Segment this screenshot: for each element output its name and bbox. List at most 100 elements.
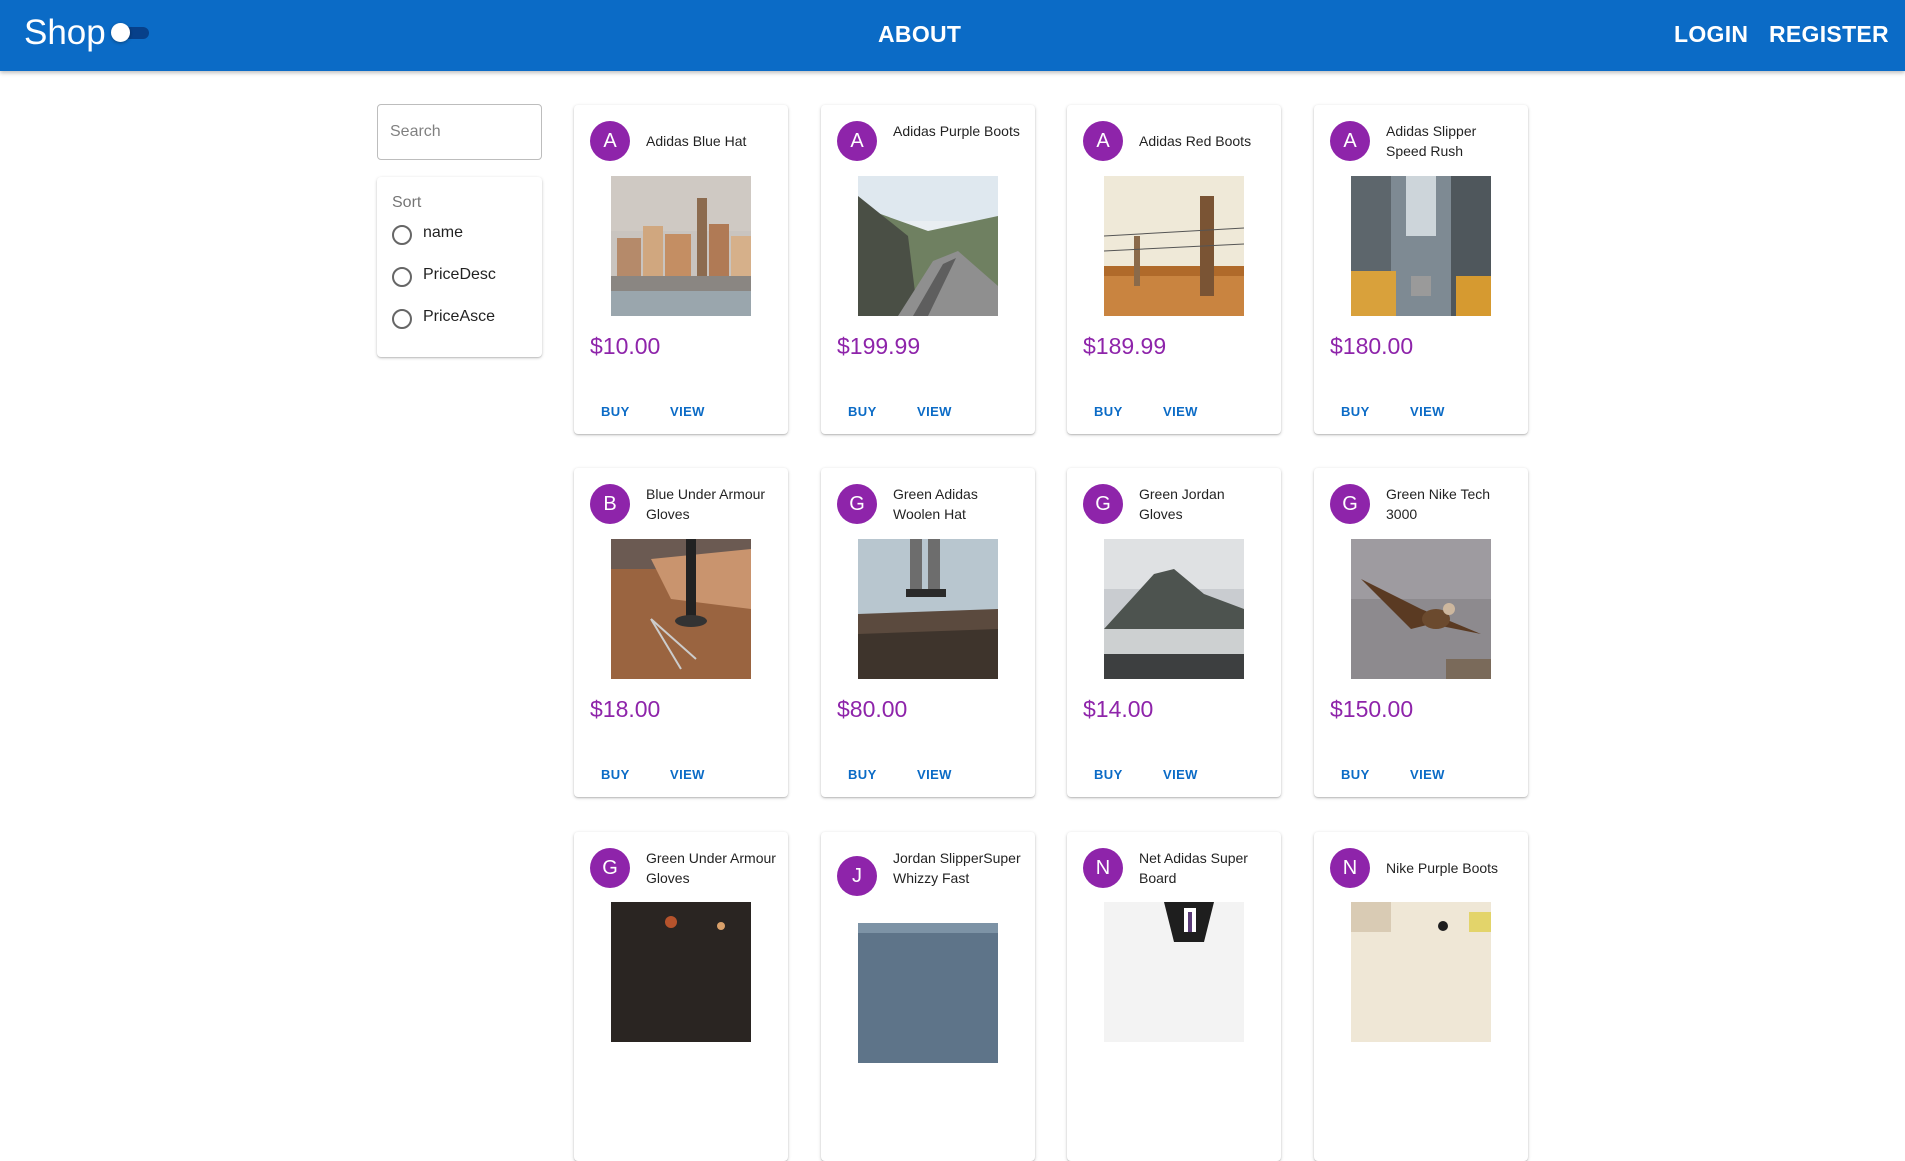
mountain-road-photo (858, 176, 998, 316)
product-card: G Green Under Armour Gloves (574, 832, 788, 1161)
product-title: Blue Under Armour Gloves (646, 486, 766, 522)
sky-landscape-photo (858, 923, 998, 1063)
view-button[interactable]: VIEW (1163, 404, 1198, 419)
product-title: Adidas Slipper Speed Rush (1386, 123, 1477, 159)
radio-icon[interactable] (392, 309, 412, 329)
buy-button[interactable]: BUY (848, 767, 877, 782)
product-title: Green Adidas Woolen Hat (893, 486, 978, 522)
avatar: A (1083, 121, 1123, 161)
avatar: G (590, 848, 630, 888)
product-title: Net Adidas Super Board (1139, 850, 1248, 886)
app-bar: Shop ABOUT LOGIN REGISTER (0, 0, 1905, 71)
nav-about-link[interactable]: ABOUT (878, 21, 961, 48)
view-button[interactable]: VIEW (917, 404, 952, 419)
product-card: N Net Adidas Super Board (1067, 832, 1281, 1161)
mountain-fog-photo (1104, 539, 1244, 679)
product-price: $14.00 (1083, 696, 1154, 722)
toggle-thumb[interactable] (111, 23, 130, 42)
avatar: A (837, 121, 877, 161)
buy-button[interactable]: BUY (1094, 767, 1123, 782)
product-card: G Green Jordan Gloves $14.00 BUY VIEW (1067, 468, 1281, 797)
view-button[interactable]: VIEW (1163, 767, 1198, 782)
sort-panel: Sort name PriceDesc PriceAsce (377, 177, 542, 357)
product-title: Adidas Blue Hat (646, 133, 747, 149)
product-image[interactable] (1351, 176, 1491, 316)
product-image[interactable] (858, 923, 998, 1063)
desk-compass-photo (611, 539, 751, 679)
sort-option-label: PriceAsce (423, 308, 496, 325)
sort-option-label: PriceDesc (423, 266, 496, 283)
buy-button[interactable]: BUY (601, 767, 630, 782)
avatar: N (1330, 848, 1370, 888)
buy-button[interactable]: BUY (1341, 767, 1370, 782)
product-price: $18.00 (590, 696, 661, 722)
search-input[interactable] (378, 105, 542, 159)
sort-option-name[interactable]: name (392, 221, 537, 249)
avatar: G (1330, 484, 1370, 524)
product-image[interactable] (1104, 176, 1244, 316)
brand-title[interactable]: Shop (24, 12, 106, 54)
dark-lights-photo (611, 902, 751, 1042)
product-title: Green Jordan Gloves (1139, 486, 1225, 522)
view-button[interactable]: VIEW (670, 767, 705, 782)
view-button[interactable]: VIEW (670, 404, 705, 419)
view-button[interactable]: VIEW (1410, 404, 1445, 419)
product-title: Nike Purple Boots (1386, 860, 1499, 876)
city-taxis-photo (1351, 176, 1491, 316)
product-image[interactable] (1351, 902, 1491, 1042)
radio-icon[interactable] (392, 267, 412, 287)
avatar: G (1083, 484, 1123, 524)
view-button[interactable]: VIEW (1410, 767, 1445, 782)
product-title: Green Under Armour Gloves (646, 850, 776, 886)
avatar: G (837, 484, 877, 524)
cliff-edge-photo (858, 539, 998, 679)
product-image[interactable] (611, 176, 751, 316)
product-price: $80.00 (837, 696, 908, 722)
buy-button[interactable]: BUY (601, 404, 630, 419)
avatar: A (590, 121, 630, 161)
sort-label: Sort (392, 194, 422, 211)
product-title: Adidas Purple Boots (893, 123, 1020, 139)
eagle-photo (1351, 539, 1491, 679)
city-buildings-photo (611, 176, 751, 316)
product-image[interactable] (858, 539, 998, 679)
product-card: J Jordan SlipperSuper Whizzy Fast (821, 832, 1035, 1161)
product-price: $189.99 (1083, 333, 1167, 359)
bright-scene-photo (1351, 902, 1491, 1042)
nav-login-link[interactable]: LOGIN (1674, 21, 1748, 48)
product-title: Green Nike Tech 3000 (1386, 486, 1491, 522)
product-card: A Adidas Slipper Speed Rush $180.00 BUY … (1314, 105, 1528, 434)
theme-toggle[interactable] (111, 23, 149, 42)
product-image[interactable] (1351, 539, 1491, 679)
product-image[interactable] (611, 902, 751, 1042)
avatar: B (590, 484, 630, 524)
product-image[interactable] (1104, 539, 1244, 679)
product-card: A Adidas Red Boots $189.99 BUY VIEW (1067, 105, 1281, 434)
buy-button[interactable]: BUY (1094, 404, 1123, 419)
fence-post-photo (1104, 176, 1244, 316)
product-image[interactable] (858, 176, 998, 316)
person-suit-photo (1104, 902, 1244, 1042)
product-price: $180.00 (1330, 333, 1414, 359)
sort-option-priceasce[interactable]: PriceAsce (392, 305, 537, 333)
search-field (377, 104, 542, 160)
product-title: Jordan SlipperSuper Whizzy Fast (893, 850, 1021, 886)
product-title: Adidas Red Boots (1139, 133, 1252, 149)
sort-option-pricedesc[interactable]: PriceDesc (392, 263, 537, 291)
product-card: A Adidas Purple Boots $199.99 BUY VIEW (821, 105, 1035, 434)
avatar: N (1083, 848, 1123, 888)
product-price: $199.99 (837, 333, 921, 359)
buy-button[interactable]: BUY (848, 404, 877, 419)
view-button[interactable]: VIEW (917, 767, 952, 782)
product-image[interactable] (1104, 902, 1244, 1042)
buy-button[interactable]: BUY (1341, 404, 1370, 419)
radio-icon[interactable] (392, 225, 412, 245)
product-card: G Green Nike Tech 3000 $150.00 BUY VIEW (1314, 468, 1528, 797)
sort-option-label: name (423, 224, 464, 241)
product-card: N Nike Purple Boots (1314, 832, 1528, 1161)
nav-register-link[interactable]: REGISTER (1769, 21, 1889, 48)
product-price: $10.00 (590, 333, 661, 359)
product-card: B Blue Under Armour Gloves $18.00 BUY VI… (574, 468, 788, 797)
product-image[interactable] (611, 539, 751, 679)
product-card: A Adidas Blue Hat $10.00 BUY VIEW (574, 105, 788, 434)
